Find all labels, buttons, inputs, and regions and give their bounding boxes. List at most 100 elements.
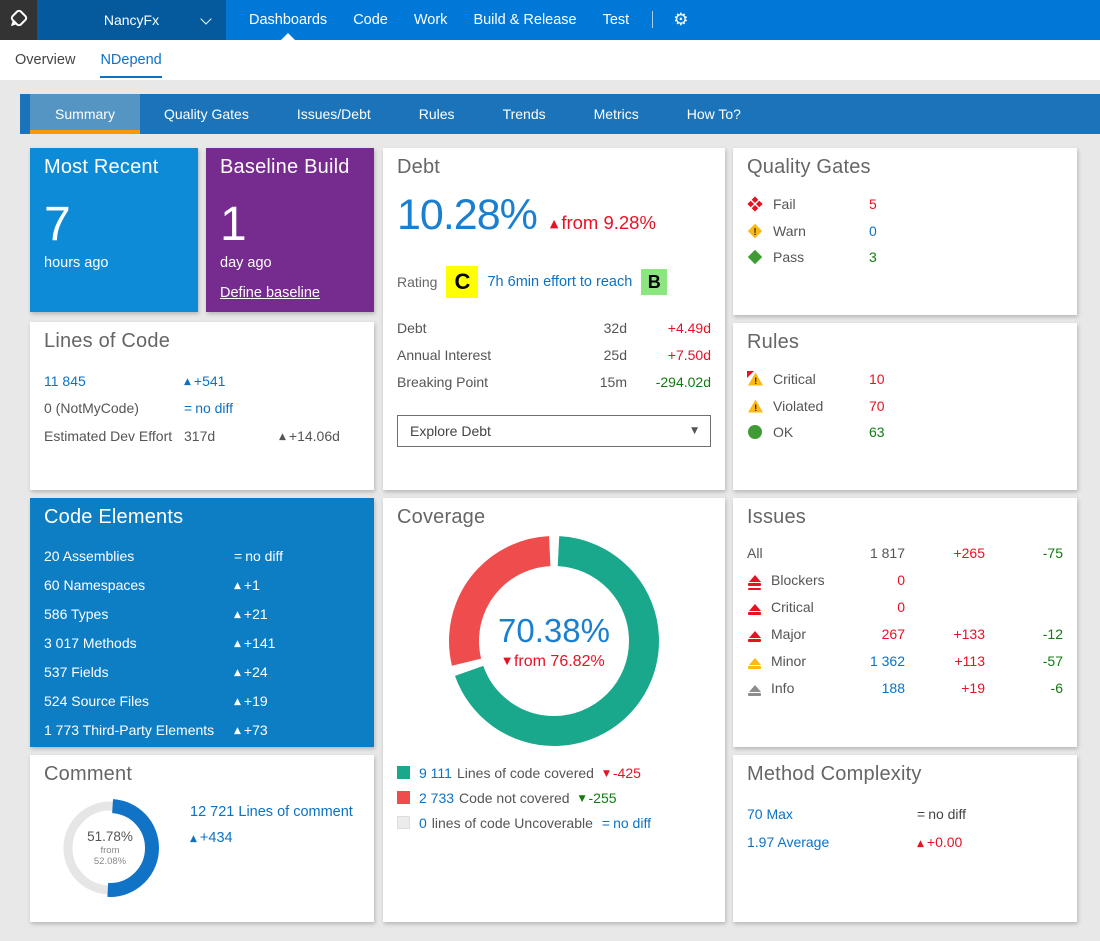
tab-metrics[interactable]: Metrics	[570, 94, 663, 134]
not-covered-lines-value[interactable]: 2 733	[419, 790, 454, 806]
dropdown-caret-icon: ▼	[691, 426, 698, 436]
uncoverable-lines-value[interactable]: 0	[419, 815, 427, 831]
most-recent-value: 7	[44, 201, 184, 249]
debt-percentage: 10.28%	[397, 191, 537, 240]
svg-text:!: !	[754, 376, 757, 387]
mc-max-value[interactable]: 70 Max	[747, 806, 917, 822]
explore-debt-dropdown[interactable]: Explore Debt ▼	[397, 415, 711, 447]
tile-most-recent: Most Recent 7 hours ago	[30, 148, 198, 312]
tile-title: Lines of Code	[44, 330, 360, 353]
equals-icon: =	[602, 815, 610, 831]
nav-item-work[interactable]: Work	[401, 0, 461, 40]
rating-label: Rating	[397, 274, 437, 290]
tile-title: Code Elements	[44, 506, 360, 529]
issues-blockers-row: Blockers 0	[747, 566, 1063, 593]
rating-badge-b[interactable]: B	[641, 269, 667, 295]
loc-total-value[interactable]: 11 845	[44, 373, 184, 389]
nav-item-build-release[interactable]: Build & Release	[460, 0, 589, 40]
quality-gate-warn-row: ! Warn 0	[747, 218, 1063, 245]
tile-method-complexity: Method Complexity 70 Max =no diff 1.97 A…	[733, 755, 1077, 922]
nav-item-code[interactable]: Code	[340, 0, 401, 40]
debt-big-row: 10.28% ▲from 9.28%	[397, 191, 711, 240]
issues-major-row: Major 267 +133 -12	[747, 620, 1063, 647]
equals-icon: =	[234, 548, 242, 564]
up-triangle-icon: ▲	[550, 217, 558, 230]
top-nav-bar: NancyFx Dashboards Code Work Build & Rel…	[0, 0, 1100, 40]
loc-dev-effort-row: Estimated Dev Effort 317d ▲+14.06d	[44, 422, 360, 450]
critical-severity-icon	[747, 604, 762, 615]
most-recent-unit: hours ago	[44, 255, 184, 271]
coverage-percentage: 70.38%	[498, 612, 610, 650]
nav-divider	[652, 11, 653, 28]
svg-text:!: !	[753, 227, 756, 238]
quality-gate-pass-row: Pass 3	[747, 244, 1063, 271]
loc-notmycode-row: 0 (NotMyCode) =no diff	[44, 395, 360, 423]
comment-lines-value[interactable]: 12 721 Lines of comment	[190, 804, 353, 820]
rules-critical-row: ! Critical 10	[747, 366, 1063, 393]
legend-row-uncoverable: 0 lines of code Uncoverable =no diff	[397, 810, 711, 835]
breaking-point-row: Breaking Point 15m -294.02d	[397, 368, 711, 395]
covered-lines-value[interactable]: 9 111	[419, 765, 452, 781]
comment-baseline: 52.08%	[94, 856, 126, 867]
loc-total-row: 11 845 ▲+541	[44, 367, 360, 395]
active-nav-notch	[281, 33, 295, 40]
coverage-donut-chart: 70.38% ▼from 76.82%	[448, 535, 660, 747]
annual-interest-row: Annual Interest 25d +7.50d	[397, 341, 711, 368]
code-elements-row: 1 773 Third-Party Elements▲+73	[44, 715, 360, 744]
svg-text:!: !	[754, 403, 757, 414]
tile-comment: Comment 51.78% from 52.08% 12 721 Lines …	[30, 755, 374, 922]
tile-title: Most Recent	[44, 156, 184, 179]
vsts-logo-box[interactable]	[0, 0, 37, 40]
tab-rules[interactable]: Rules	[395, 94, 479, 134]
vsts-logo-icon	[8, 7, 30, 34]
tab-issues-debt[interactable]: Issues/Debt	[273, 94, 395, 134]
quality-gate-fail-row: Fail 5	[747, 191, 1063, 218]
code-elements-row: 3 017 Methods▲+141	[44, 628, 360, 657]
tab-trends[interactable]: Trends	[479, 94, 570, 134]
debt-baseline-diff: ▲from 9.28%	[550, 212, 656, 234]
info-severity-icon	[747, 685, 762, 696]
rules-ok-row: OK 63	[747, 419, 1063, 446]
issues-critical-row: Critical 0	[747, 593, 1063, 620]
debt-rating-row: Rating C 7h 6min effort to reach B	[397, 266, 711, 298]
coverage-legend: 9 111 Lines of code covered ▼-425 2 733 …	[397, 760, 711, 835]
mc-average-row: 1.97 Average ▲+0.00	[747, 828, 1063, 856]
issues-info-row: Info 188 +19 -6	[747, 674, 1063, 701]
define-baseline-link[interactable]: Define baseline	[220, 285, 320, 301]
project-name: NancyFx	[104, 12, 159, 28]
debt-row: Debt 32d +4.49d	[397, 314, 711, 341]
pass-diamond-icon	[747, 249, 773, 265]
code-elements-row: 20 Assemblies=no diff	[44, 541, 360, 570]
tile-title: Comment	[44, 763, 360, 786]
tab-quality-gates[interactable]: Quality Gates	[140, 94, 273, 134]
rating-badge-c[interactable]: C	[446, 266, 478, 298]
gear-icon[interactable]: ⚙	[663, 0, 698, 40]
tile-title: Coverage	[397, 506, 711, 529]
code-elements-row: 60 Namespaces▲+1	[44, 570, 360, 599]
tile-baseline-build: Baseline Build 1 day ago Define baseline	[206, 148, 374, 312]
effort-to-reach-link[interactable]: 7h 6min effort to reach	[487, 274, 632, 290]
legend-swatch-not-covered	[397, 791, 410, 804]
hub-tab-ndepend[interactable]: NDepend	[100, 40, 161, 80]
debt-table: Debt 32d +4.49d Annual Interest 25d +7.5…	[397, 314, 711, 395]
minor-severity-icon	[747, 658, 762, 669]
mc-average-value[interactable]: 1.97 Average	[747, 834, 917, 850]
tile-coverage: Coverage 70.38% ▼from 76.82% 9 111 Lines…	[383, 498, 725, 922]
mc-max-row: 70 Max =no diff	[747, 800, 1063, 828]
tab-how-to[interactable]: How To?	[663, 94, 765, 134]
nav-item-dashboards[interactable]: Dashboards	[236, 0, 340, 40]
warn-diamond-icon: !	[747, 223, 773, 239]
equals-icon: =	[184, 400, 192, 416]
tab-summary[interactable]: Summary	[30, 94, 140, 134]
project-selector[interactable]: NancyFx	[37, 0, 226, 40]
up-triangle-icon: ▲	[190, 834, 197, 844]
up-triangle-icon: ▲	[279, 432, 286, 442]
nav-item-test[interactable]: Test	[590, 0, 643, 40]
tile-rules: Rules ! Critical 10 ! Violated 70	[733, 323, 1077, 490]
issues-minor-row: Minor 1 362 +113 -57	[747, 647, 1063, 674]
tile-title: Method Complexity	[747, 763, 1063, 786]
equals-icon: =	[917, 806, 925, 822]
hub-tab-overview[interactable]: Overview	[15, 40, 75, 80]
up-triangle-icon: ▲	[234, 726, 241, 736]
tile-debt: Debt 10.28% ▲from 9.28% Rating C 7h 6min…	[383, 148, 725, 490]
